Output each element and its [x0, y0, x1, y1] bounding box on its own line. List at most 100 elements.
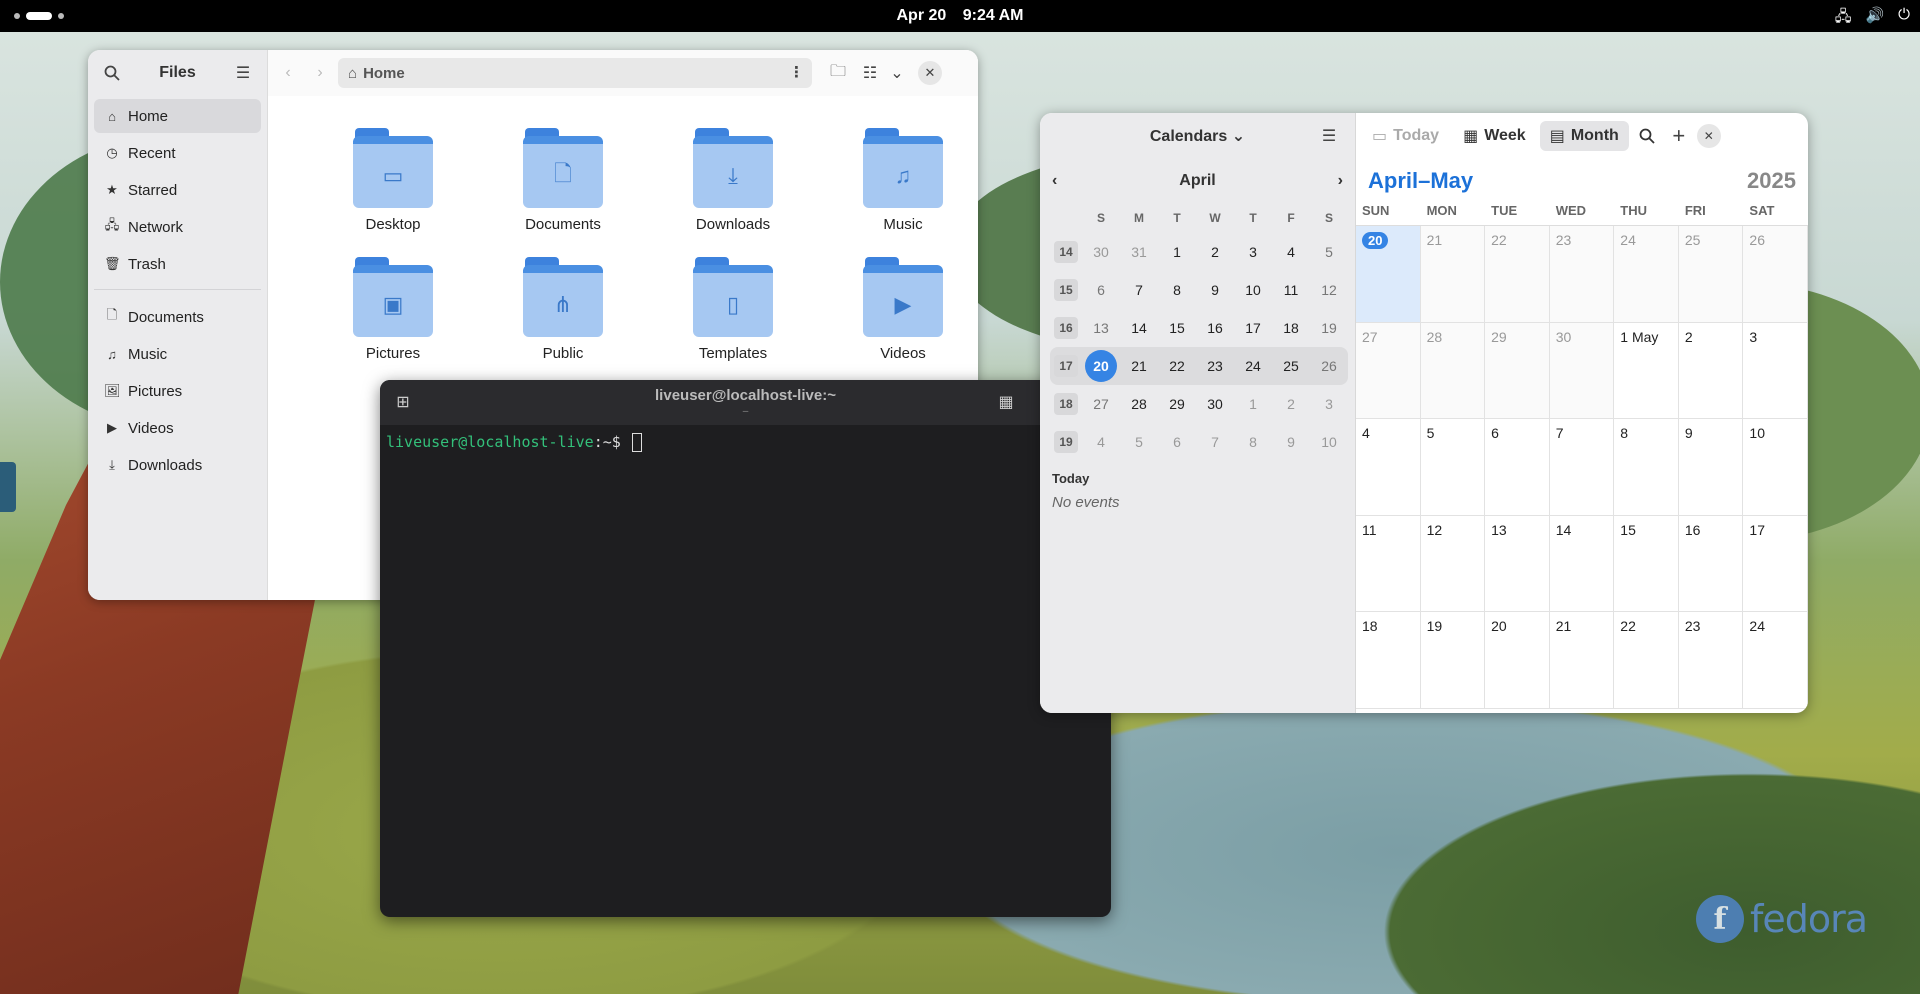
mini-day-today[interactable]: 20 — [1082, 347, 1120, 385]
list-view-icon[interactable]: ☷ — [856, 59, 884, 87]
mini-day[interactable]: 4 — [1082, 423, 1120, 461]
mini-day[interactable]: 23 — [1196, 347, 1234, 385]
month-view-button[interactable]: ▤ Month — [1539, 121, 1629, 151]
month-day[interactable]: 21 — [1549, 612, 1615, 709]
close-icon[interactable]: ✕ — [1696, 124, 1721, 148]
mini-day[interactable]: 27 — [1082, 385, 1120, 423]
close-icon[interactable]: ✕ — [918, 61, 942, 85]
mini-day[interactable]: 5 — [1120, 423, 1158, 461]
month-day[interactable]: 21 — [1420, 226, 1486, 323]
month-day[interactable]: 26 — [1743, 226, 1808, 323]
mini-day[interactable]: 11 — [1272, 271, 1310, 309]
month-day[interactable]: 4 — [1356, 419, 1421, 516]
month-day[interactable]: 28 — [1420, 322, 1486, 419]
month-day[interactable]: 16 — [1678, 515, 1744, 612]
mini-day[interactable]: 4 — [1272, 233, 1310, 271]
mini-day[interactable]: 7 — [1196, 423, 1234, 461]
month-day[interactable]: 19 — [1420, 612, 1486, 709]
sidebar-item-downloads[interactable]: ⤓ Downloads — [94, 448, 261, 482]
month-day[interactable]: 18 — [1356, 612, 1421, 709]
mini-day[interactable]: 17 — [1234, 309, 1272, 347]
sidebar-item-documents[interactable]: 🗋 Documents — [94, 300, 261, 334]
month-day[interactable]: 20 — [1485, 612, 1550, 709]
workspace-dot[interactable] — [58, 13, 64, 19]
hamburger-menu-icon[interactable]: ☰ — [229, 59, 257, 87]
month-day[interactable]: 2 — [1678, 322, 1744, 419]
month-day[interactable]: 8 — [1614, 419, 1679, 516]
month-day[interactable]: 5 — [1420, 419, 1486, 516]
clock[interactable]: Apr 20 9:24 AM — [0, 7, 1920, 25]
month-day[interactable]: 30 — [1549, 322, 1615, 419]
search-icon[interactable] — [98, 59, 126, 87]
mini-day[interactable]: 2 — [1196, 233, 1234, 271]
week-number[interactable]: 15 — [1050, 271, 1082, 309]
month-day[interactable]: 27 — [1356, 322, 1421, 419]
folder-templates[interactable]: ▯ Templates — [648, 257, 818, 362]
mini-day[interactable]: 29 — [1158, 385, 1196, 423]
folder-downloads[interactable]: ⤓ Downloads — [648, 128, 818, 233]
sidebar-item-home[interactable]: ⌂ Home — [94, 99, 261, 133]
month-day[interactable]: 24 — [1614, 226, 1679, 323]
week-number[interactable]: 18 — [1050, 385, 1082, 423]
mini-day[interactable]: 12 — [1310, 271, 1348, 309]
mini-day[interactable]: 10 — [1310, 423, 1348, 461]
mini-day[interactable]: 30 — [1196, 385, 1234, 423]
month-day[interactable]: 14 — [1549, 515, 1615, 612]
workspace-indicator[interactable] — [14, 12, 64, 20]
mini-day[interactable]: 19 — [1310, 309, 1348, 347]
system-tray[interactable]: 🖧 🔊 ⏻ — [1835, 6, 1910, 31]
sidebar-item-pictures[interactable]: 🖼 Pictures — [94, 374, 261, 408]
mini-day[interactable]: 3 — [1310, 385, 1348, 423]
month-day[interactable]: 17 — [1743, 515, 1808, 612]
month-day[interactable]: 13 — [1485, 515, 1550, 612]
mini-day[interactable]: 8 — [1234, 423, 1272, 461]
month-day[interactable]: 25 — [1678, 226, 1744, 323]
network-icon[interactable]: 🖧 — [1835, 6, 1852, 31]
month-day-today[interactable]: 20 — [1356, 226, 1421, 323]
mini-day[interactable]: 8 — [1158, 271, 1196, 309]
mini-day[interactable]: 21 — [1120, 347, 1158, 385]
mini-day[interactable]: 10 — [1234, 271, 1272, 309]
mini-day[interactable]: 24 — [1234, 347, 1272, 385]
month-day[interactable]: 29 — [1485, 322, 1550, 419]
mini-day[interactable]: 5 — [1310, 233, 1348, 271]
mini-day[interactable]: 1 — [1234, 385, 1272, 423]
month-day[interactable]: 23 — [1678, 612, 1744, 709]
folder-documents[interactable]: 🗋 Documents — [478, 128, 648, 233]
mini-day[interactable]: 9 — [1196, 271, 1234, 309]
mini-day[interactable]: 26 — [1310, 347, 1348, 385]
month-day[interactable]: 6 — [1485, 419, 1550, 516]
chevron-down-icon[interactable]: ⌄ — [888, 59, 906, 87]
mini-day[interactable]: 14 — [1120, 309, 1158, 347]
folder-search-icon[interactable]: 🗀 — [824, 59, 852, 87]
month-day[interactable]: 22 — [1614, 612, 1679, 709]
folder-desktop[interactable]: ▭ Desktop — [308, 128, 478, 233]
workspace-dot[interactable] — [14, 13, 20, 19]
today-button[interactable]: ▭ Today — [1362, 121, 1449, 151]
month-day[interactable]: 3 — [1743, 322, 1808, 419]
mini-day[interactable]: 28 — [1120, 385, 1158, 423]
next-month-icon[interactable]: › — [1338, 172, 1343, 190]
mini-day[interactable]: 22 — [1158, 347, 1196, 385]
mini-day[interactable]: 18 — [1272, 309, 1310, 347]
folder-music[interactable]: ♫ Music — [818, 128, 978, 233]
path-bar[interactable]: ⌂ Home ⋮ — [338, 58, 812, 88]
hamburger-menu-icon[interactable]: ☰ — [1315, 122, 1343, 150]
month-day[interactable]: 12 — [1420, 515, 1486, 612]
mini-day[interactable]: 30 — [1082, 233, 1120, 271]
mini-day[interactable]: 15 — [1158, 309, 1196, 347]
month-day[interactable]: 23 — [1549, 226, 1615, 323]
month-day[interactable]: 7 — [1549, 419, 1615, 516]
prev-month-icon[interactable]: ‹ — [1052, 172, 1057, 190]
month-day[interactable]: 22 — [1485, 226, 1550, 323]
week-number[interactable]: 16 — [1050, 309, 1082, 347]
sidebar-item-starred[interactable]: ★ Starred — [94, 173, 261, 207]
mini-day[interactable]: 6 — [1158, 423, 1196, 461]
terminal-body[interactable]: liveuser@localhost-live:~$ — [380, 425, 1111, 460]
sidebar-item-network[interactable]: 🖧 Network — [94, 210, 261, 244]
mini-day[interactable]: 25 — [1272, 347, 1310, 385]
mini-day[interactable]: 9 — [1272, 423, 1310, 461]
add-event-icon[interactable]: + — [1665, 122, 1693, 150]
week-view-button[interactable]: ▦ Week — [1453, 121, 1536, 151]
week-number[interactable]: 14 — [1050, 233, 1082, 271]
